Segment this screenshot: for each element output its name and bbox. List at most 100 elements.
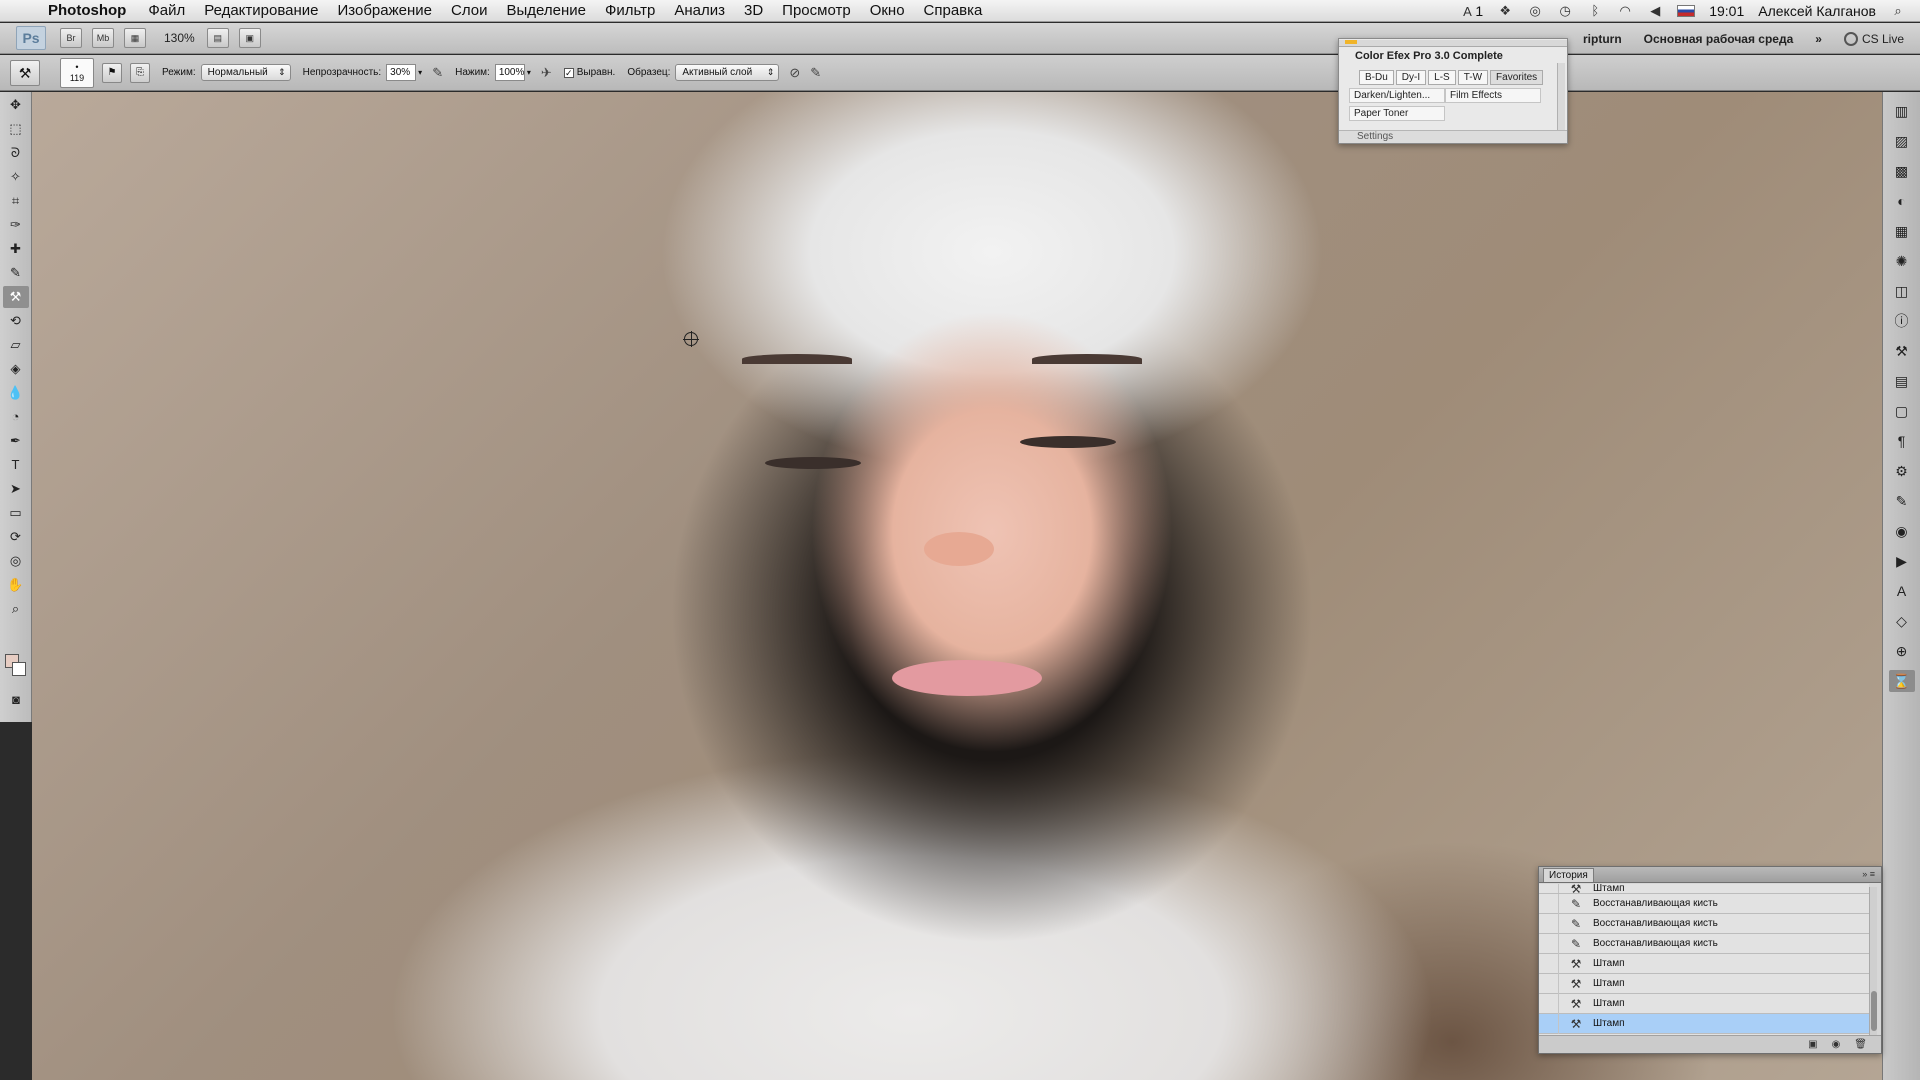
history-item[interactable]: ⚒ Штамп [1539, 884, 1869, 894]
tab-history[interactable]: История [1543, 867, 1594, 882]
3d-rotate-tool-icon[interactable]: ⟳ [3, 526, 29, 548]
3d-orbit-tool-icon[interactable]: ◎ [3, 550, 29, 572]
menu-3d[interactable]: 3D [744, 2, 763, 19]
ignore-adjustment-layers-icon[interactable]: ⊘ [789, 65, 800, 81]
history-item[interactable]: ✎ Восстанавливающая кисть [1539, 933, 1869, 954]
tab-favorites[interactable]: Favorites [1490, 70, 1544, 85]
panel-menu-icon[interactable]: » ≡ [1862, 869, 1875, 879]
sync-icon[interactable]: ◎ [1527, 4, 1543, 18]
filter-film-effects[interactable]: Film Effects [1445, 88, 1541, 103]
workspace-essentials[interactable]: Основная рабочая среда [1644, 32, 1794, 46]
type-tool-icon[interactable]: T [3, 454, 29, 476]
aligned-checkbox[interactable]: ✓ [563, 67, 574, 78]
delete-state-icon[interactable]: 🗑 [1854, 1039, 1867, 1050]
tool-preset-picker[interactable]: ⚒ [10, 59, 40, 86]
brush-preset-picker[interactable]: • 119 [60, 57, 94, 88]
history-item[interactable]: ✎ Восстанавливающая кисть [1539, 913, 1869, 934]
navigator-panel-icon[interactable]: ▨ [1889, 130, 1915, 152]
view-extras-button[interactable]: ▦ [124, 28, 146, 48]
workspace-script-label[interactable]: ripturn [1583, 32, 1622, 46]
channels-panel-icon[interactable]: ⊕ [1889, 640, 1915, 662]
toggle-clone-source-panel-button[interactable]: ⎘ [130, 62, 150, 83]
efex-settings[interactable]: Settings [1339, 130, 1567, 143]
flow-input[interactable]: 100% [494, 64, 525, 81]
sample-select[interactable]: Активный слой [675, 64, 780, 81]
history-brush-source[interactable] [1539, 884, 1559, 893]
flow-slider-toggle[interactable]: ▾ [527, 68, 531, 77]
screen-mode-button[interactable]: ▣ [238, 28, 261, 48]
mini-bridge-panel-icon[interactable]: ▩ [1889, 160, 1915, 182]
tablet-pressure-opacity-icon[interactable]: ✎ [432, 65, 443, 81]
opacity-input[interactable]: 30% [386, 64, 417, 81]
history-brush-source[interactable] [1539, 973, 1559, 994]
crop-tool-icon[interactable]: ⌗ [3, 190, 29, 212]
eraser-tool-icon[interactable]: ▱ [3, 334, 29, 356]
new-document-from-state-icon[interactable]: ▣ [1808, 1039, 1817, 1050]
color-panel-icon[interactable]: ◐ [1889, 190, 1915, 212]
history-brush-source[interactable] [1539, 953, 1559, 974]
spotlight-search-icon[interactable]: ⌕ [1890, 4, 1906, 18]
time-machine-icon[interactable]: ◷ [1557, 4, 1573, 18]
volume-icon[interactable]: ◀ [1647, 4, 1663, 18]
tab-l-s[interactable]: L-S [1428, 70, 1456, 85]
clone-stamp-tool-icon[interactable]: ⚒ [2, 286, 29, 308]
history-scrollbar[interactable] [1869, 887, 1877, 1035]
path-selection-tool-icon[interactable]: ➤ [3, 478, 29, 500]
quick-mask-icon[interactable]: ◙ [3, 689, 29, 711]
swatches-panel-icon[interactable]: ▦ [1889, 220, 1915, 242]
character-panel-icon[interactable]: A [1889, 580, 1915, 602]
menu-filter[interactable]: Фильтр [605, 2, 655, 19]
brush-panel-icon[interactable]: ✎ [1889, 490, 1915, 512]
move-tool-icon[interactable]: ✥ [3, 94, 29, 116]
actions-panel-icon[interactable]: ▤ [1889, 370, 1915, 392]
history-brush-source[interactable] [1539, 913, 1559, 934]
menu-image[interactable]: Изображение [337, 2, 432, 19]
menu-analysis[interactable]: Анализ [674, 2, 725, 19]
zoom-level-dropdown[interactable]: 130% [164, 31, 195, 45]
menu-window[interactable]: Окно [870, 2, 905, 19]
history-item-selected[interactable]: ⚒ Штамп [1539, 1013, 1869, 1034]
histogram-panel-icon[interactable]: ▥ [1889, 100, 1915, 122]
background-color-swatch[interactable] [12, 662, 26, 676]
input-source-flag-icon[interactable] [1677, 5, 1696, 17]
zoom-tool-icon[interactable]: ⌕ [3, 598, 29, 620]
info-panel-icon[interactable]: ⓘ [1889, 310, 1915, 332]
notes-panel-icon[interactable]: ▢ [1889, 400, 1915, 422]
paint-bucket-tool-icon[interactable]: ◈ [3, 358, 29, 380]
filter-paper-toner[interactable]: Paper Toner [1349, 106, 1445, 121]
launch-bridge-button[interactable]: Br [60, 28, 82, 48]
launch-mini-bridge-button[interactable]: Mb [92, 28, 114, 48]
history-brush-tool-icon[interactable]: ⟲ [3, 310, 29, 332]
blur-tool-icon[interactable]: 💧 [3, 382, 29, 404]
cs-live-button[interactable]: CS Live [1843, 31, 1904, 46]
workspace-overflow-button[interactable]: » [1815, 32, 1822, 46]
panel-grip[interactable] [1339, 40, 1567, 47]
marquee-tool-icon[interactable]: ⬚ [3, 118, 29, 140]
adjustments-panel-icon[interactable]: ✺ [1889, 250, 1915, 272]
history-panel-icon[interactable]: ⌛ [1888, 670, 1915, 692]
arrange-documents-button[interactable]: ▤ [206, 28, 229, 48]
airbrush-icon[interactable]: ✈ [541, 65, 552, 81]
menu-edit[interactable]: Редактирование [204, 2, 318, 19]
hand-tool-icon[interactable]: ✋ [3, 574, 29, 596]
history-brush-source[interactable] [1539, 1013, 1559, 1034]
efex-scrollbar[interactable] [1557, 63, 1565, 135]
create-snapshot-icon[interactable]: ◉ [1832, 1039, 1841, 1050]
3d-panel-icon[interactable]: ◉ [1889, 520, 1915, 542]
app-menu[interactable]: Photoshop [48, 2, 126, 19]
animation-panel-icon[interactable]: ▶ [1889, 550, 1915, 572]
paragraph-panel-icon[interactable]: ¶ [1889, 430, 1915, 452]
eyedropper-tool-icon[interactable]: ✑ [3, 214, 29, 236]
history-brush-source[interactable] [1539, 933, 1559, 954]
menu-select[interactable]: Выделение [506, 2, 585, 19]
lasso-tool-icon[interactable]: ᘐ [3, 142, 29, 164]
brush-tool-icon[interactable]: ✎ [3, 262, 29, 284]
tab-dy-i[interactable]: Dy-I [1395, 70, 1427, 85]
tablet-pressure-size-icon[interactable]: ✎ [810, 65, 821, 81]
history-item[interactable]: ⚒ Штамп [1539, 993, 1869, 1014]
pen-tool-icon[interactable]: ✒ [3, 430, 29, 452]
tab-t-w[interactable]: T-W [1457, 70, 1489, 85]
clock[interactable]: 19:01 [1709, 3, 1744, 19]
menu-layers[interactable]: Слои [451, 2, 487, 19]
tab-b-du[interactable]: B-Du [1359, 70, 1394, 85]
